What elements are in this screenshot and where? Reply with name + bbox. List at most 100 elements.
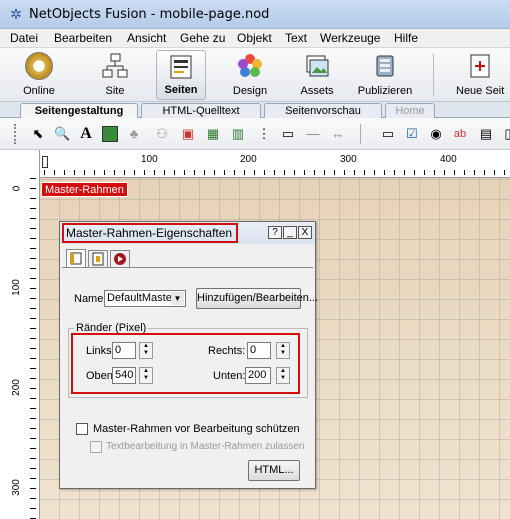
main-toolbar: Online Site Seiten Design Assets Publizi… [0,48,510,102]
rechts-label: Rechts: [208,345,246,357]
publizieren-label: Publizieren [357,85,413,97]
tab-layout[interactable] [88,250,108,268]
tab-html-quelltext[interactable]: HTML-Quelltext [141,103,261,118]
text-tool-icon[interactable]: A [78,126,94,142]
new-page-icon [466,52,494,80]
toolbar-grip [14,124,18,144]
menu-objekt[interactable]: Objekt [237,31,272,45]
text-edit-label: Textbearbeitung in Master-Rahmen zulasse… [106,441,305,452]
rechts-spinner[interactable]: ▲ ▼ [276,342,290,359]
tab-home[interactable]: Home [385,103,435,118]
form-tool-icon[interactable]: ▤ [478,126,494,142]
help-button[interactable]: ? [268,226,282,239]
link-tool-icon[interactable]: ⚇ [154,126,170,142]
unten-input[interactable]: 200 [245,367,271,384]
unten-spinner[interactable]: ▲ ▼ [276,367,290,384]
pages-icon [167,53,195,81]
picture-tool-icon[interactable] [102,126,118,142]
layout-icon [92,252,104,266]
ruler-tick-100: 100 [10,279,22,296]
dialog-title: Master-Rahmen-Eigenschaften [62,223,238,243]
links-input[interactable]: 0 [112,342,136,359]
tab-line [62,267,313,268]
name-select-value: DefaultMasterI [107,292,179,304]
menu-hilfe[interactable]: Hilfe [394,31,418,45]
ruler-tick-100: 100 [141,154,158,165]
minimize-button[interactable]: _ [283,226,297,239]
links-spinner[interactable]: ▲ ▼ [139,342,153,359]
line-tool-icon[interactable]: — [305,126,321,142]
ruler-tick-400: 400 [440,154,457,165]
navbar-tool-icon[interactable]: ▣ [180,126,196,142]
checkbox-tool-icon[interactable]: ☑ [404,126,420,142]
ruler-tick-200: 200 [10,379,22,396]
title-bar: ✲ NetObjects Fusion - mobile-page.nod [0,0,510,29]
menu-bar: Datei Bearbeiten Ansicht Gehe zu Objekt … [0,29,510,48]
more-tool-icon[interactable]: ▯ [500,126,510,142]
online-button[interactable]: Online [14,50,64,100]
text-edit-checkbox[interactable] [90,441,102,453]
tab-seitenvorschau[interactable]: Seitenvorschau [264,103,382,118]
add-edit-button[interactable]: Hinzufügen/Bearbeiten... [196,288,318,309]
dialog-titlebar[interactable]: Master-Rahmen-Eigenschaften ? _ X [60,222,315,244]
ruler-marker[interactable] [42,156,48,168]
oben-input[interactable]: 540 [112,367,136,384]
oben-spinner[interactable]: ▲ ▼ [139,367,153,384]
arrow-tool-icon[interactable]: ↔ [330,126,346,142]
app-icon: ✲ [10,6,22,22]
menu-ansicht[interactable]: Ansicht [127,31,166,45]
design-button[interactable]: Design [225,50,275,100]
tab-seitengestaltung[interactable]: Seitengestaltung [20,103,138,119]
tab-actions[interactable] [110,250,130,268]
menu-gehe-zu[interactable]: Gehe zu [180,31,225,45]
ruler-vertical: 0 100 200 300 [0,150,40,519]
textfield-tool-icon[interactable]: ab [452,126,468,142]
ruler-tick-0: 0 [11,185,23,192]
assets-icon [303,52,331,80]
rectangle-tool-icon[interactable]: ▭ [280,126,296,142]
menu-werkzeuge[interactable]: Werkzeuge [320,31,380,45]
site-button[interactable]: Site [90,50,140,100]
list-tool-icon[interactable]: ⋮ [256,126,272,142]
online-label: Online [23,85,55,97]
ruler-tick-300: 300 [10,479,22,496]
radio-tool-icon[interactable]: ◉ [428,126,444,142]
menu-bearbeiten[interactable]: Bearbeiten [54,31,112,45]
close-button[interactable]: X [298,226,312,239]
assets-button[interactable]: Assets [292,50,342,100]
button-tool-icon[interactable]: ▭ [380,126,396,142]
chevron-down-icon: ▼ [171,292,184,305]
neue-seite-button[interactable]: Neue Seit [450,50,510,100]
site-label: Site [105,85,125,97]
html-button[interactable]: HTML... [248,460,300,481]
toolbar-separator [433,54,434,96]
frame-icon [70,252,82,265]
menu-datei[interactable]: Datei [10,31,38,45]
sitemap-icon [101,52,129,80]
seiten-button[interactable]: Seiten [156,50,206,100]
window-title: NetObjects Fusion - mobile-page.nod [29,7,270,22]
stamp-tool-icon[interactable]: ♣ [126,126,142,142]
name-select[interactable]: DefaultMasterI ▼ [104,290,186,307]
assets-label: Assets [300,85,334,97]
neue-seite-label: Neue Seit [456,85,505,97]
rechts-input[interactable]: 0 [247,342,271,359]
online-icon [25,52,53,80]
tab-general[interactable] [66,249,86,268]
links-label: Links: [86,345,115,357]
seiten-label: Seiten [164,84,198,96]
publish-icon [371,52,399,80]
layout-tool-icon[interactable]: ▥ [230,126,246,142]
protect-checkbox[interactable] [76,423,88,435]
name-label: Name: [74,293,107,305]
ruler-tick-300: 300 [340,154,357,165]
publizieren-button[interactable]: Publizieren [352,50,418,100]
master-frame-label[interactable]: Master-Rahmen [41,182,128,197]
toolbar-separator [360,124,361,144]
zoom-tool-icon[interactable]: 🔍 [54,126,70,142]
pointer-tool-icon[interactable]: ⬉ [30,126,46,142]
ruler-tick-200: 200 [240,154,257,165]
table-tool-icon[interactable]: ▦ [205,126,221,142]
play-icon [114,253,126,265]
menu-text[interactable]: Text [285,31,307,45]
